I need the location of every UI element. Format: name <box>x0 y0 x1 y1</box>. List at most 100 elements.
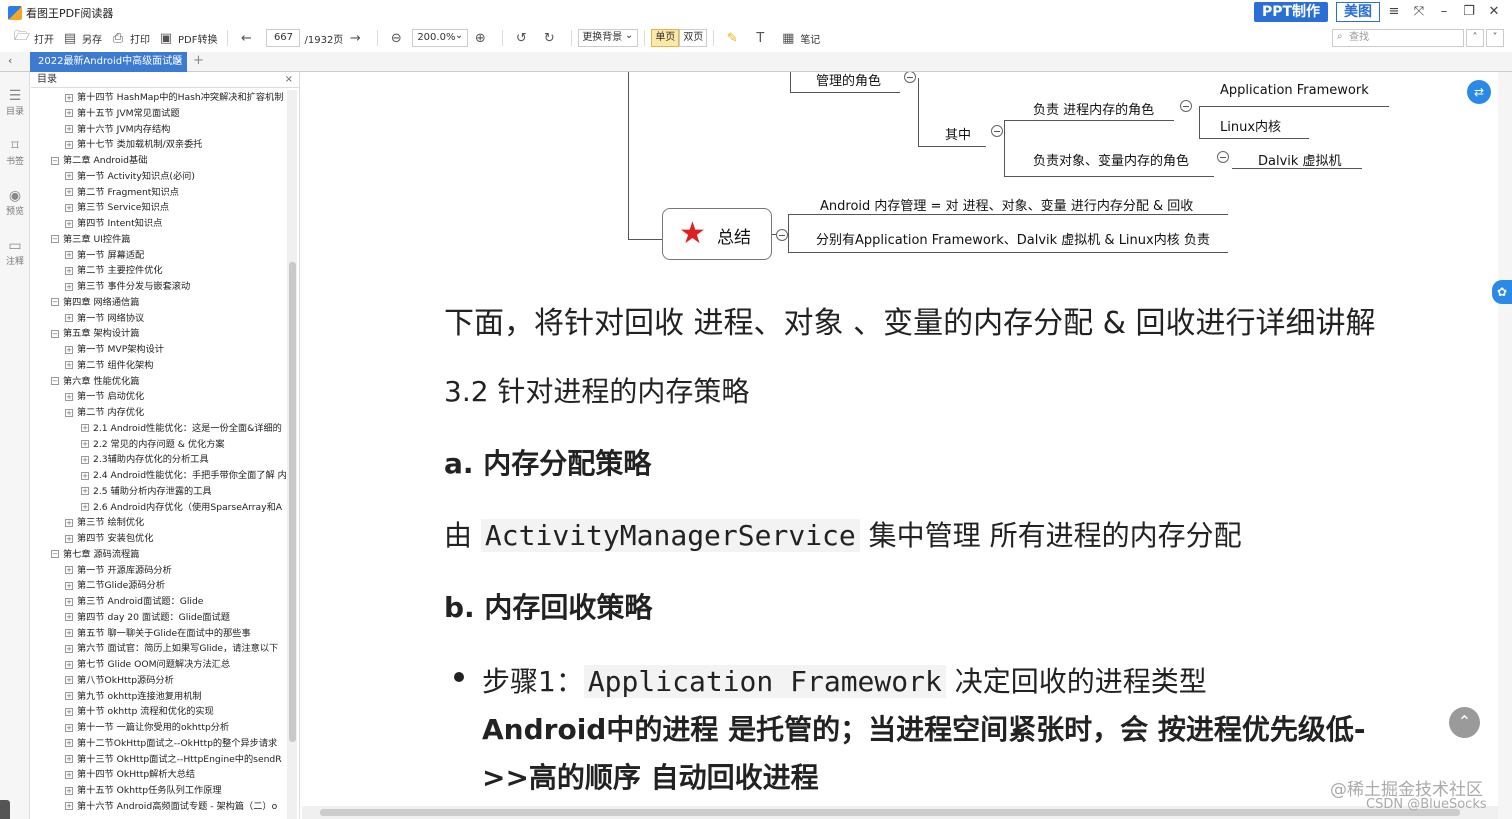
toc-item[interactable]: + 第五节 聊一聊关于Glide在面试中的那些事 <box>31 626 289 642</box>
toc-item[interactable]: − 第五章 架构设计篇 <box>31 326 289 342</box>
toc-item[interactable]: + 第三节 Service知识点 <box>31 200 289 216</box>
expand-toggle-icon[interactable]: + <box>65 392 73 401</box>
expand-toggle-icon[interactable]: + <box>65 125 73 133</box>
corner-handle[interactable] <box>0 800 10 819</box>
rail-preview[interactable]: ◉ 预览 <box>0 188 30 217</box>
highlight-button[interactable]: ✎ <box>720 27 748 49</box>
expand-toggle-icon[interactable]: + <box>81 455 89 464</box>
expand-toggle-icon[interactable]: + <box>65 266 73 275</box>
toc-item[interactable]: + 第七节 Glide OOM问题解决方法汇总 <box>31 657 289 673</box>
tab-document[interactable]: 2022最新Android中高级面试题 × <box>30 52 187 72</box>
collapse-node-icon[interactable] <box>1217 151 1229 163</box>
rail-toc[interactable]: ☰ 目录 <box>0 88 30 117</box>
zoom-in-button[interactable]: ⊕ <box>468 27 496 49</box>
expand-toggle-icon[interactable]: + <box>81 471 89 480</box>
toc-item[interactable]: +2.1 Android性能优化：这是一份全面&详细的 <box>31 421 289 437</box>
toc-item[interactable]: + 第十五节 JVM常见面试题 <box>31 106 289 122</box>
toc-item[interactable]: + 第一节 网络协议 <box>31 311 289 327</box>
text-tool-button[interactable]: T <box>748 27 776 49</box>
expand-toggle-icon[interactable]: + <box>65 314 73 322</box>
expand-toggle-icon[interactable]: + <box>65 361 73 370</box>
toc-item[interactable]: + 第十六节 Android高频面试专题 - 架构篇（二）o <box>31 799 289 815</box>
collapse-toggle-icon[interactable]: − <box>51 235 59 244</box>
toc-item[interactable]: + 第四节 Intent知识点 <box>31 216 289 232</box>
rail-annotation[interactable]: ▭ 注释 <box>0 238 30 267</box>
expand-toggle-icon[interactable]: + <box>65 282 73 291</box>
toc-item[interactable]: + 第九节 okhttp连接池复用机制 <box>31 689 289 705</box>
toc-item[interactable]: + 第四节 安装包优化 <box>31 531 289 547</box>
toc-item[interactable]: − 第四章 网络通信篇 <box>31 295 289 311</box>
collapse-node-icon[interactable] <box>991 125 1003 137</box>
expand-toggle-icon[interactable]: + <box>65 644 73 653</box>
horizontal-scrollbar-thumb[interactable] <box>320 809 1460 816</box>
expand-toggle-icon[interactable]: + <box>65 93 73 102</box>
toc-item[interactable]: + 第十节 okhttp 流程和优化的实现 <box>31 704 289 720</box>
expand-toggle-icon[interactable]: + <box>81 503 89 511</box>
toc-item[interactable]: + 第十二节OkHttp面试之--OkHttp的整个异步请求 <box>31 736 289 752</box>
expand-toggle-icon[interactable]: + <box>65 723 73 732</box>
expand-toggle-icon[interactable]: + <box>65 660 73 669</box>
toc-item[interactable]: + 第一节 Activity知识点(必问) <box>31 169 289 185</box>
background-select[interactable]: 更换背景 <box>578 28 639 47</box>
expand-toggle-icon[interactable]: + <box>65 109 73 118</box>
fullscreen-icon[interactable]: ⤧ <box>1407 4 1431 19</box>
toc-item[interactable]: + 第八节OkHttp源码分析 <box>31 673 289 689</box>
toc-item[interactable]: + 第二节 内存优化 <box>31 405 289 421</box>
toc-item[interactable]: + 第一节 MVP架构设计 <box>31 342 289 358</box>
pdf-convert-button[interactable]: ▣ PDF转换 <box>154 27 221 49</box>
saveas-button[interactable]: ▤ 另存 <box>58 27 106 49</box>
zoom-select[interactable]: 200.0% <box>412 28 469 47</box>
toc-item[interactable]: + 第二节Glide源码分析 <box>31 578 289 594</box>
prev-page-button[interactable]: ← <box>234 27 262 49</box>
expand-toggle-icon[interactable]: + <box>65 251 73 259</box>
expand-toggle-icon[interactable]: + <box>81 487 89 496</box>
toc-item[interactable]: − 第七章 源码流程篇 <box>31 547 289 563</box>
ppt-make-button[interactable]: PPT制作 <box>1254 2 1328 22</box>
expand-toggle-icon[interactable]: + <box>65 345 73 354</box>
expand-toggle-icon[interactable]: + <box>65 534 73 543</box>
print-button[interactable]: ⎙ 打印 <box>106 27 154 49</box>
new-tab-icon[interactable]: + <box>193 53 204 68</box>
toc-item[interactable]: +2.5 辅助分析内存泄露的工具 <box>31 484 289 500</box>
expand-toggle-icon[interactable]: + <box>65 629 73 637</box>
expand-toggle-icon[interactable]: + <box>65 566 73 574</box>
toc-item[interactable]: + 第十一节 一篇让你受用的okhttp分析 <box>31 720 289 736</box>
expand-toggle-icon[interactable]: + <box>65 140 73 149</box>
expand-toggle-icon[interactable]: + <box>65 581 73 590</box>
toc-item[interactable]: + 第十三节 OkHttp面试之--HttpEngine中的sendR <box>31 752 289 768</box>
toc-item[interactable]: + 第十四节 HashMap中的Hash冲突解决和扩容机制 <box>31 90 289 106</box>
toc-item[interactable]: + 第十六节 JVM内存结构 <box>31 122 289 138</box>
expand-toggle-icon[interactable]: + <box>65 408 73 417</box>
toc-item[interactable]: + 第三节 事件分发与嵌套滚动 <box>31 279 289 295</box>
collapse-node-icon[interactable] <box>776 229 788 241</box>
close-icon[interactable]: ✕ <box>1482 4 1506 19</box>
collapse-node-icon[interactable] <box>1180 100 1192 112</box>
notes-button[interactable]: ▦ 笔记 <box>776 27 824 49</box>
expand-toggle-icon[interactable]: + <box>65 676 73 685</box>
toc-item[interactable]: + 第三节 Android面试题：Glide <box>31 594 289 610</box>
translate-icon[interactable]: ⇄ <box>1467 80 1491 104</box>
double-page-button[interactable]: 双页 <box>679 29 708 47</box>
toc-item[interactable]: + 第一节 开源库源码分析 <box>31 563 289 579</box>
expand-toggle-icon[interactable]: + <box>65 597 73 606</box>
toc-scrollbar-thumb[interactable] <box>289 262 296 742</box>
zoom-out-button[interactable]: ⊖ <box>384 27 412 49</box>
rotate-left-button[interactable]: ↺ <box>509 27 537 49</box>
toc-item[interactable]: +2.3辅助内存优化的分析工具 <box>31 452 289 468</box>
minimize-icon[interactable]: – <box>1432 4 1456 19</box>
expand-toggle-icon[interactable]: + <box>65 518 73 527</box>
toc-item[interactable]: + 第六节 面试官：简历上如果写Glide，请注意以下 <box>31 641 289 657</box>
toc-item[interactable]: +2.6 Android内存优化（使用SparseArray和A <box>31 500 289 516</box>
toc-item[interactable]: + 第四节 day 20 面试题：Glide面试题 <box>31 610 289 626</box>
collapse-toggle-icon[interactable]: − <box>51 329 59 338</box>
rotate-right-button[interactable]: ↻ <box>537 27 565 49</box>
maximize-icon[interactable]: ❐ <box>1457 4 1481 19</box>
rail-bookmark[interactable]: ⌑ 书签 <box>0 138 30 167</box>
toc-close-icon[interactable]: × <box>285 72 293 87</box>
collapse-sidebar-icon[interactable]: ‹ <box>8 54 12 67</box>
page-number-input[interactable]: 667 <box>266 29 301 47</box>
toc-item[interactable]: − 第二章 Android基础 <box>31 153 289 169</box>
tab-close-icon[interactable]: × <box>175 52 183 72</box>
toc-item[interactable]: + 第十四节 OkHttp解析大总结 <box>31 767 289 783</box>
expand-toggle-icon[interactable]: + <box>65 692 73 700</box>
